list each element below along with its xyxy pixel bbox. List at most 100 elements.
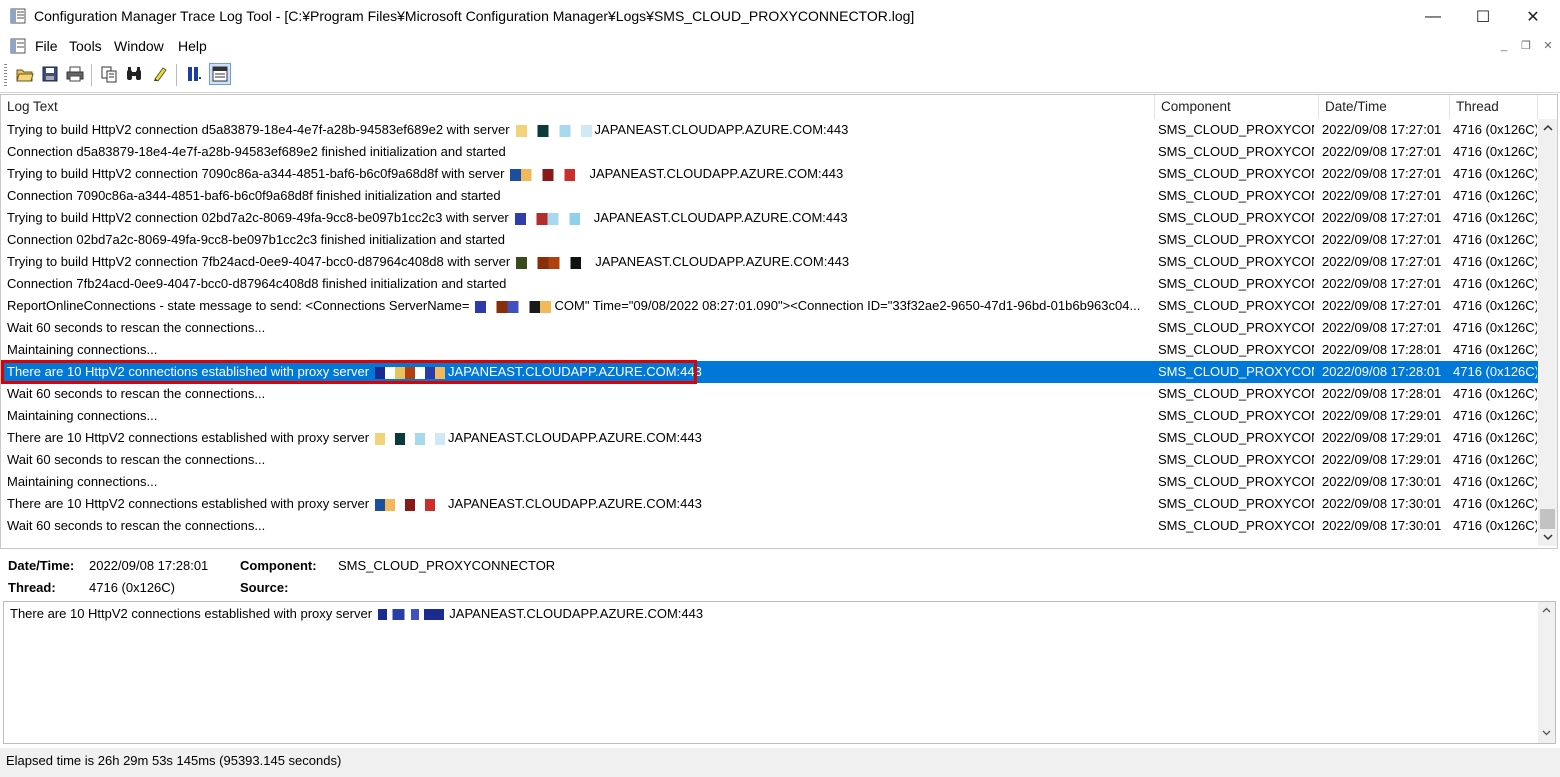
thread-cell: 4716 (0x126C) xyxy=(1453,430,1537,445)
toolbar xyxy=(0,58,1560,93)
highlight-button[interactable] xyxy=(149,63,171,85)
table-row[interactable]: Wait 60 seconds to rescan the connection… xyxy=(1,515,1538,537)
table-row[interactable]: There are 10 HttpV2 connections establis… xyxy=(1,493,1538,515)
window-title: Configuration Manager Trace Log Tool - [… xyxy=(34,8,915,24)
table-row[interactable]: Trying to build HttpV2 connection d5a838… xyxy=(1,119,1538,141)
table-row[interactable]: Wait 60 seconds to rescan the connection… xyxy=(1,383,1538,405)
column-header-thread[interactable]: Thread xyxy=(1450,95,1538,119)
filter-button[interactable] xyxy=(209,63,231,85)
maximize-icon: ☐ xyxy=(1475,9,1491,26)
toolbar-grip[interactable] xyxy=(4,64,7,86)
thread-cell: 4716 (0x126C) xyxy=(1453,518,1537,533)
log-text-cell: Wait 60 seconds to rescan the connection… xyxy=(7,515,1149,537)
table-row[interactable]: Connection d5a83879-18e4-4e7f-a28b-94583… xyxy=(1,141,1538,163)
table-row[interactable]: There are 10 HttpV2 connections establis… xyxy=(1,361,1538,383)
redacted-server-name xyxy=(475,300,552,313)
menu-help[interactable]: Help xyxy=(178,38,207,54)
document-icon[interactable] xyxy=(10,38,26,54)
component-value: SMS_CLOUD_PROXYCONNECTOR xyxy=(338,558,556,573)
log-text: There are 10 HttpV2 connections establis… xyxy=(7,496,370,511)
component-cell: SMS_CLOUD_PROXYCONNI xyxy=(1158,298,1314,313)
table-row[interactable]: Trying to build HttpV2 connection 02bd7a… xyxy=(1,207,1538,229)
log-text-cell: Maintaining connections... xyxy=(7,405,1149,427)
component-cell: SMS_CLOUD_PROXYCONNI xyxy=(1158,452,1314,467)
thread-label: Thread: xyxy=(8,580,56,595)
log-text: Connection 02bd7a2c-8069-49fa-9cc8-be097… xyxy=(7,232,505,247)
datetime-cell: 2022/09/08 17:27:01 xyxy=(1322,166,1442,181)
thread-cell: 4716 (0x126C) xyxy=(1453,320,1537,335)
thread-cell: 4716 (0x126C) xyxy=(1453,276,1537,291)
mdi-restore-button[interactable]: ❐ xyxy=(1517,38,1535,54)
thread-cell: 4716 (0x126C) xyxy=(1453,386,1537,401)
redacted-server-name xyxy=(375,366,446,379)
log-text-cell: Connection d5a83879-18e4-4e7f-a28b-94583… xyxy=(7,141,1149,163)
thread-cell: 4716 (0x126C) xyxy=(1453,298,1537,313)
datetime-cell: 2022/09/08 17:29:01 xyxy=(1322,452,1442,467)
redacted-server-name xyxy=(514,212,591,225)
scroll-up-icon[interactable] xyxy=(1542,607,1551,613)
column-header-datetime[interactable]: Date/Time xyxy=(1319,95,1450,119)
close-icon: ✕ xyxy=(1526,9,1540,26)
pause-button[interactable] xyxy=(183,63,205,85)
save-button[interactable] xyxy=(39,63,61,85)
datetime-cell: 2022/09/08 17:27:01 xyxy=(1322,298,1442,313)
log-text-tail: JAPANEAST.CLOUDAPP.AZURE.COM:443 xyxy=(448,496,702,511)
copy-button[interactable] xyxy=(98,63,120,85)
thread-cell: 4716 (0x126C) xyxy=(1453,144,1537,159)
message-textbox[interactable]: There are 10 HttpV2 connections establis… xyxy=(3,601,1556,744)
print-button[interactable] xyxy=(64,63,86,85)
log-list[interactable]: Log Text Component Date/Time Thread Tryi… xyxy=(0,94,1558,549)
table-row[interactable]: Wait 60 seconds to rescan the connection… xyxy=(1,317,1538,339)
mdi-minimize-button[interactable]: _ xyxy=(1495,38,1513,54)
log-text-cell: Connection 7fb24acd-0ee9-4047-bcc0-d8796… xyxy=(7,273,1149,295)
table-row[interactable]: There are 10 HttpV2 connections establis… xyxy=(1,427,1538,449)
menu-window[interactable]: Window xyxy=(114,38,164,54)
open-button[interactable] xyxy=(14,63,36,85)
find-button[interactable] xyxy=(123,63,145,85)
copy-icon xyxy=(101,66,117,83)
column-header-component[interactable]: Component xyxy=(1155,95,1319,119)
scroll-up-icon[interactable] xyxy=(1538,119,1557,136)
pause-icon xyxy=(188,67,201,81)
vertical-scrollbar[interactable] xyxy=(1538,119,1557,546)
datetime-label: Date/Time: xyxy=(8,558,75,573)
mdi-close-button[interactable]: ✕ xyxy=(1539,38,1557,54)
menu-tools[interactable]: Tools xyxy=(69,38,102,54)
save-icon xyxy=(42,66,58,82)
menu-file[interactable]: File xyxy=(35,38,58,54)
scroll-down-icon[interactable] xyxy=(1542,730,1551,736)
table-row[interactable]: Trying to build HttpV2 connection 7fb24a… xyxy=(1,251,1538,273)
log-rows: Trying to build HttpV2 connection d5a838… xyxy=(1,119,1538,537)
log-text: Connection 7090c86a-a344-4851-baf6-b6c0f… xyxy=(7,188,501,203)
log-text-tail: JAPANEAST.CLOUDAPP.AZURE.COM:443 xyxy=(589,166,844,181)
table-row[interactable]: Wait 60 seconds to rescan the connection… xyxy=(1,449,1538,471)
table-row[interactable]: Connection 7fb24acd-0ee9-4047-bcc0-d8796… xyxy=(1,273,1538,295)
component-cell: SMS_CLOUD_PROXYCONNI xyxy=(1158,386,1314,401)
log-text: Maintaining connections... xyxy=(7,408,158,423)
scroll-thumb[interactable] xyxy=(1540,509,1555,529)
maximize-button[interactable]: ☐ xyxy=(1458,0,1508,34)
column-header-log-text[interactable]: Log Text xyxy=(1,95,1155,119)
table-row[interactable]: Maintaining connections... SMS_CLOUD_PROX… xyxy=(1,405,1538,427)
minimize-button[interactable]: — xyxy=(1408,0,1458,34)
table-row[interactable]: Maintaining connections... SMS_CLOUD_PROX… xyxy=(1,471,1538,493)
title-bar: Configuration Manager Trace Log Tool - [… xyxy=(0,0,1560,34)
table-row[interactable]: Connection 02bd7a2c-8069-49fa-9cc8-be097… xyxy=(1,229,1538,251)
table-row[interactable]: ReportOnlineConnections - state message … xyxy=(1,295,1538,317)
thread-cell: 4716 (0x126C) xyxy=(1453,364,1537,379)
thread-cell: 4716 (0x126C) xyxy=(1453,122,1537,137)
component-cell: SMS_CLOUD_PROXYCONNI xyxy=(1158,496,1314,511)
message-scrollbar[interactable] xyxy=(1538,602,1555,743)
close-button[interactable]: ✕ xyxy=(1508,0,1558,34)
log-text-tail: JAPANEAST.CLOUDAPP.AZURE.COM:443 xyxy=(448,364,702,379)
print-icon xyxy=(66,66,84,82)
datetime-cell: 2022/09/08 17:27:01 xyxy=(1322,122,1442,137)
message-suffix: JAPANEAST.CLOUDAPP.AZURE.COM:443 xyxy=(449,606,704,621)
table-row[interactable]: Connection 7090c86a-a344-4851-baf6-b6c0f… xyxy=(1,185,1538,207)
table-row[interactable]: Maintaining connections... SMS_CLOUD_PROX… xyxy=(1,339,1538,361)
log-text-cell: Connection 02bd7a2c-8069-49fa-9cc8-be097… xyxy=(7,229,1149,251)
scroll-down-icon[interactable] xyxy=(1538,529,1557,546)
thread-cell: 4716 (0x126C) xyxy=(1453,408,1537,423)
filter-icon xyxy=(212,66,228,82)
table-row[interactable]: Trying to build HttpV2 connection 7090c8… xyxy=(1,163,1538,185)
